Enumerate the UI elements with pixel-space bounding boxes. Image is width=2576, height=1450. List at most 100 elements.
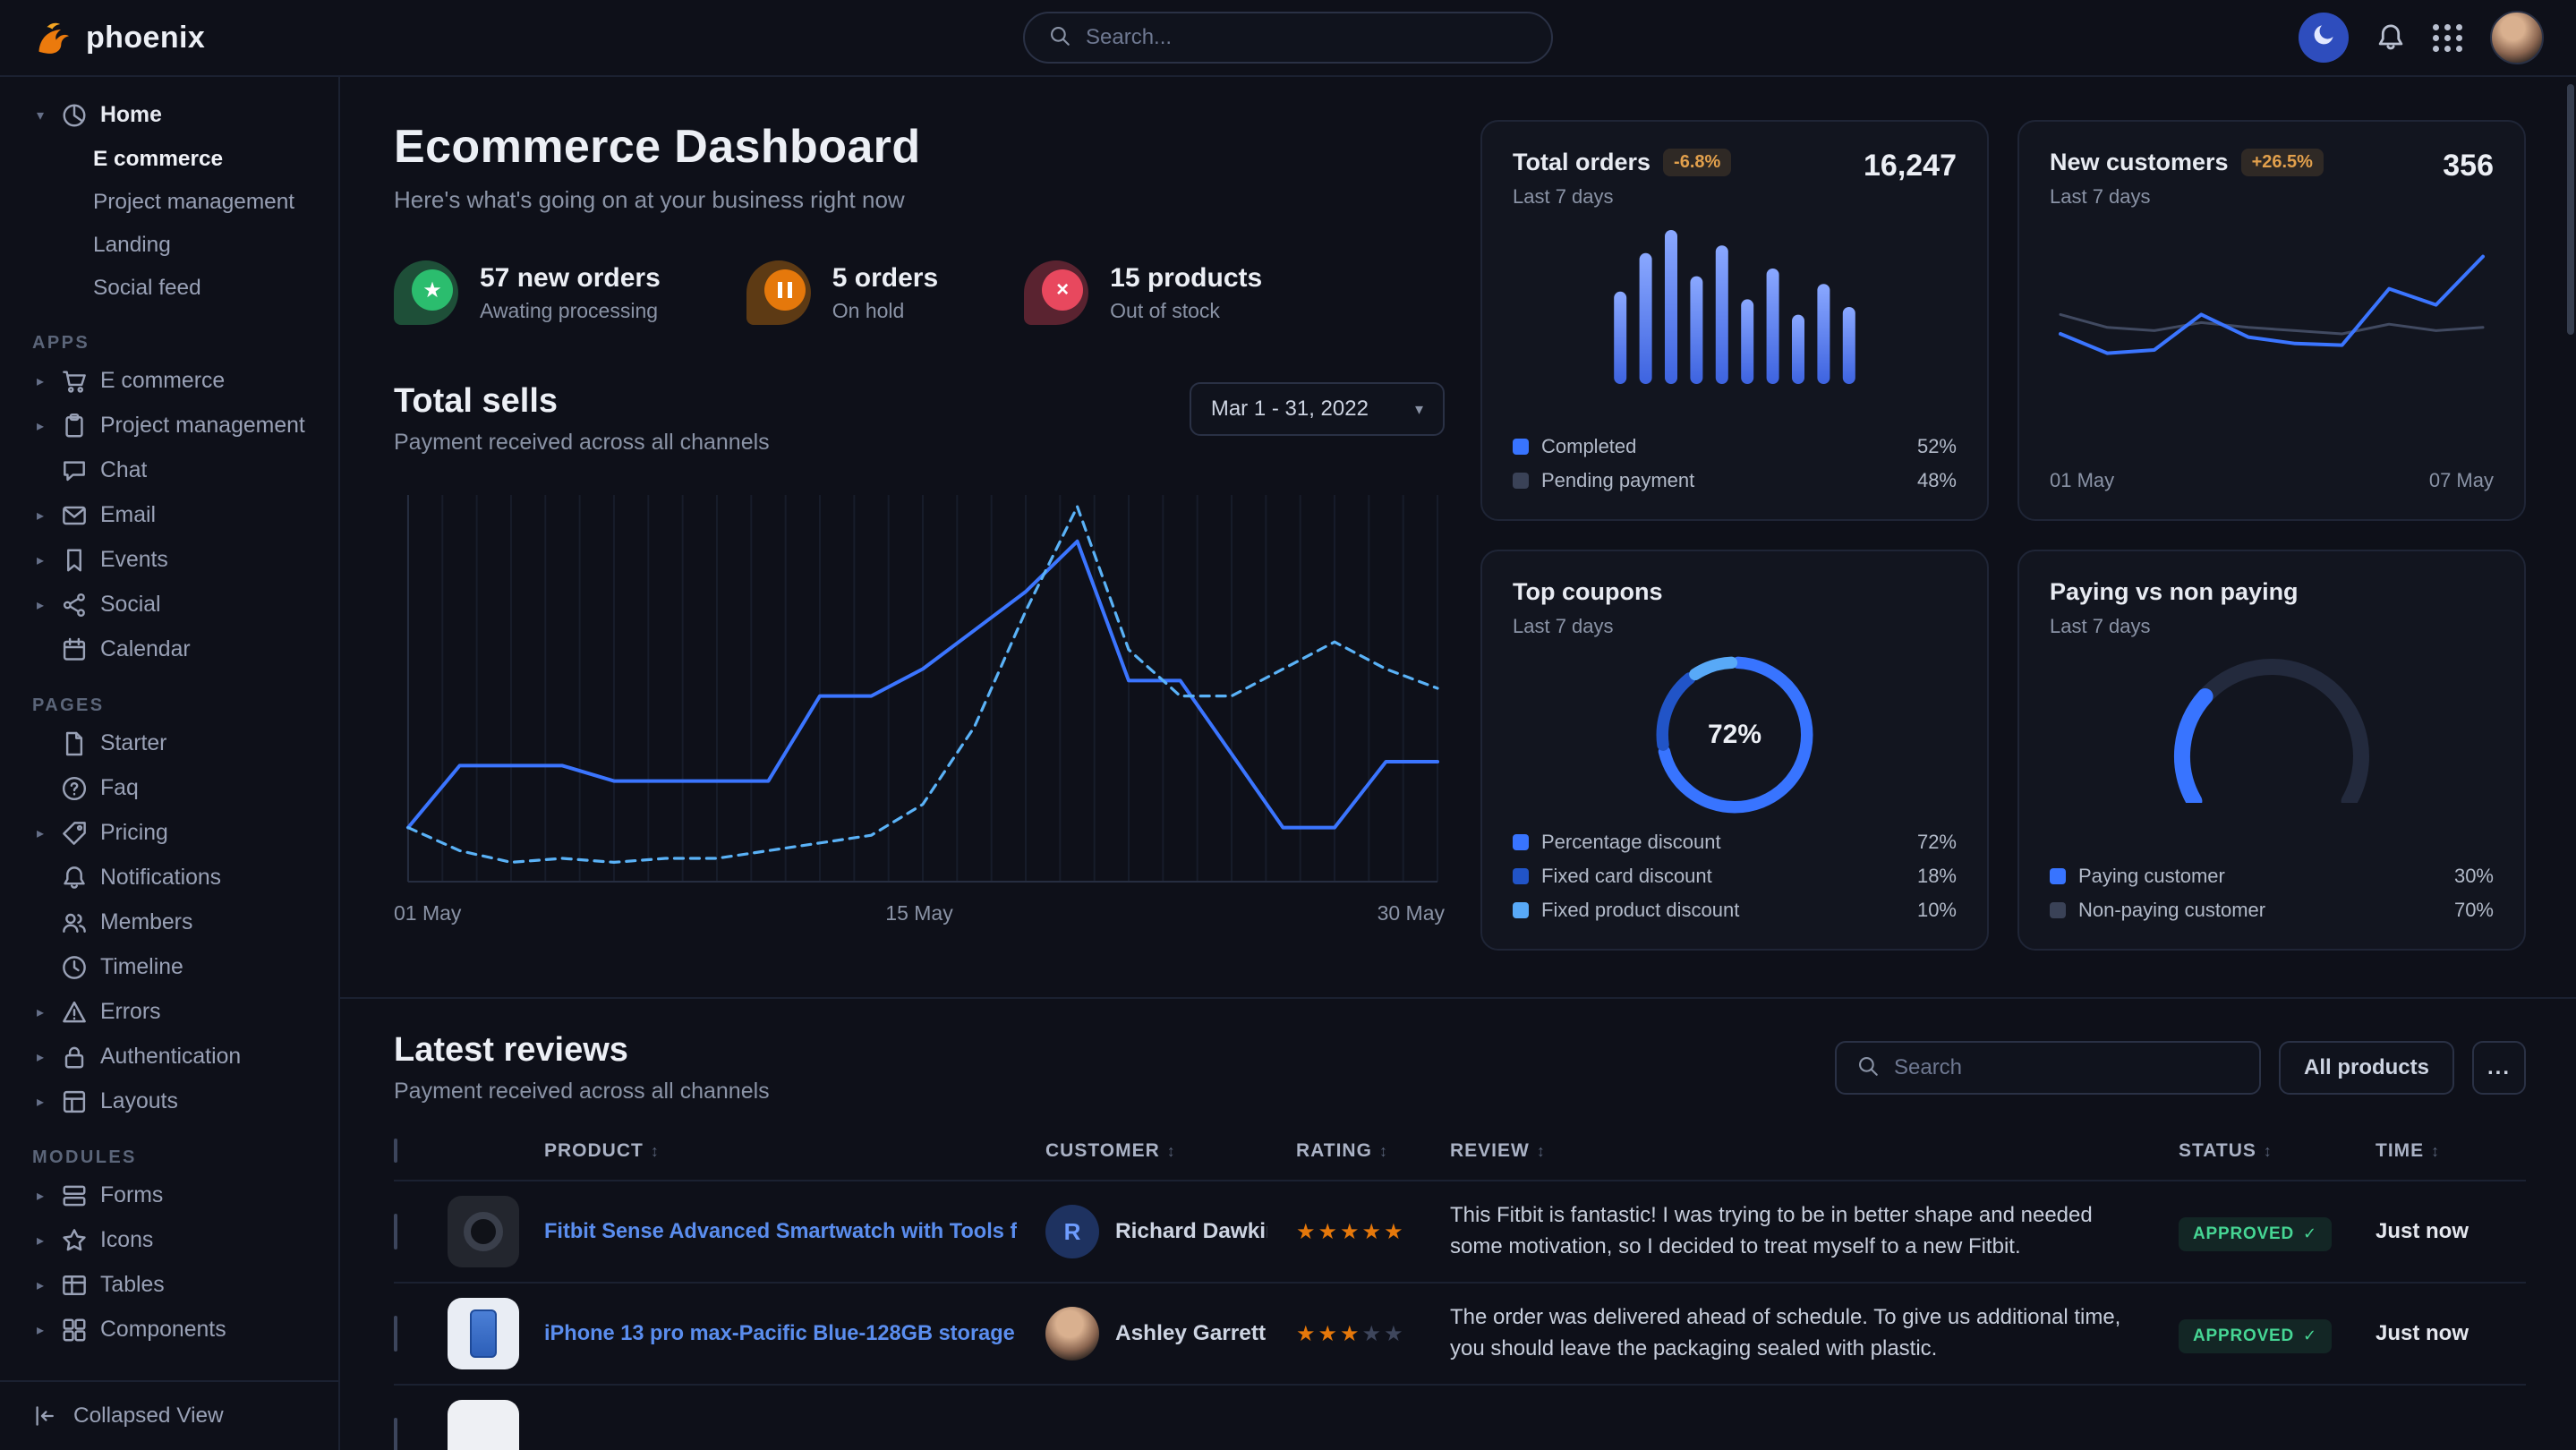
sidebar-item-faq[interactable]: Faq bbox=[0, 766, 338, 811]
search-input[interactable] bbox=[1086, 25, 1528, 50]
page-title: Ecommerce Dashboard bbox=[394, 120, 1445, 174]
sidebar-item-social-feed[interactable]: Social feed bbox=[0, 267, 338, 310]
collapsed-view-toggle[interactable]: Collapsed View bbox=[0, 1380, 338, 1450]
column-status[interactable]: STATUS↕ bbox=[2179, 1140, 2376, 1162]
sidebar-item-label: Home bbox=[100, 103, 162, 128]
sidebar-item-components[interactable]: ▸Components bbox=[0, 1308, 338, 1352]
icons-icon bbox=[61, 1227, 88, 1254]
status-cell: APPROVED✓ bbox=[2179, 1213, 2376, 1251]
chevron-right-icon: ▸ bbox=[32, 372, 48, 390]
sidebar-item-email[interactable]: ▸Email bbox=[0, 493, 338, 538]
sidebar-item-label: Components bbox=[100, 1318, 226, 1343]
chevron-right-icon: ▸ bbox=[32, 1232, 48, 1250]
top-navbar: phoenix bbox=[0, 0, 2576, 77]
chevron-right-icon: ▸ bbox=[32, 507, 48, 525]
global-search[interactable] bbox=[1023, 12, 1553, 64]
sidebar-item-pricing[interactable]: ▸Pricing bbox=[0, 811, 338, 856]
user-avatar[interactable] bbox=[2490, 11, 2544, 64]
all-products-button[interactable]: All products bbox=[2279, 1041, 2454, 1095]
sidebar-item-members[interactable]: Members bbox=[0, 900, 338, 945]
sidebar-item-notifications[interactable]: Notifications bbox=[0, 856, 338, 900]
sidebar-item-starter[interactable]: Starter bbox=[0, 721, 338, 766]
sidebar-item-landing[interactable]: Landing bbox=[0, 224, 338, 267]
star-filled-icon: ★ bbox=[1318, 1322, 1341, 1346]
sort-icon: ↕ bbox=[2264, 1142, 2273, 1160]
sidebar-item-tables[interactable]: ▸Tables bbox=[0, 1263, 338, 1308]
sidebar-item-calendar[interactable]: Calendar bbox=[0, 627, 338, 672]
legend-swatch bbox=[1513, 902, 1529, 918]
row-checkbox[interactable] bbox=[394, 1316, 397, 1352]
card-title: Total orders bbox=[1513, 149, 1651, 176]
column-rating[interactable]: RATING↕ bbox=[1296, 1140, 1450, 1162]
sidebar-item-label: Events bbox=[100, 548, 168, 573]
notifications-button[interactable] bbox=[2376, 22, 2406, 53]
moon-icon bbox=[2311, 21, 2336, 55]
column-customer[interactable]: CUSTOMER↕ bbox=[1045, 1140, 1296, 1162]
sidebar-item-label: Social feed bbox=[93, 276, 201, 301]
collapse-icon bbox=[32, 1403, 57, 1429]
sidebar-item-label: Forms bbox=[100, 1183, 163, 1208]
column-product[interactable]: PRODUCT↕ bbox=[544, 1140, 1045, 1162]
sidebar-item-home[interactable]: ▾Home bbox=[0, 93, 338, 138]
brand[interactable]: phoenix bbox=[32, 21, 205, 55]
sidebar-item-events[interactable]: ▸Events bbox=[0, 538, 338, 583]
column-review[interactable]: REVIEW↕ bbox=[1450, 1140, 2179, 1162]
legend-item: Percentage discount 72% bbox=[1513, 831, 1957, 854]
scrollbar[interactable] bbox=[2567, 84, 2574, 335]
sidebar-item-chat[interactable]: Chat bbox=[0, 448, 338, 493]
row-checkbox[interactable] bbox=[394, 1214, 397, 1250]
more-options-button[interactable]: ... bbox=[2472, 1041, 2526, 1095]
sidebar-item-e-commerce[interactable]: E commerce bbox=[0, 138, 338, 181]
reviews-search[interactable] bbox=[1835, 1041, 2261, 1095]
date-range-select[interactable]: Mar 1 - 31, 2022 ▾ bbox=[1190, 382, 1445, 436]
sidebar-item-e-commerce[interactable]: ▸E commerce bbox=[0, 359, 338, 404]
main-content: Ecommerce Dashboard Here's what's going … bbox=[340, 77, 2576, 1450]
sidebar-item-forms[interactable]: ▸Forms bbox=[0, 1173, 338, 1218]
users-icon bbox=[61, 909, 88, 936]
tag-icon bbox=[61, 820, 88, 847]
product-link[interactable]: iPhone 13 pro max-Pacific Blue-128GB sto… bbox=[544, 1322, 1017, 1346]
sidebar-item-authentication[interactable]: ▸Authentication bbox=[0, 1035, 338, 1079]
x-axis-labels: 01 May 15 May 30 May bbox=[394, 901, 1445, 925]
sort-icon: ↕ bbox=[2431, 1142, 2440, 1160]
sidebar-item-project-management[interactable]: Project management bbox=[0, 181, 338, 224]
sidebar-item-label: Starter bbox=[100, 731, 166, 756]
select-all-checkbox[interactable] bbox=[394, 1139, 397, 1163]
legend-swatch bbox=[1513, 868, 1529, 884]
stat-new-orders: ★ 57 new orders Awating processing bbox=[394, 260, 661, 325]
stat-out-of-stock: × 15 products Out of stock bbox=[1024, 260, 1262, 325]
sidebar-item-layouts[interactable]: ▸Layouts bbox=[0, 1079, 338, 1124]
sidebar-item-errors[interactable]: ▸Errors bbox=[0, 990, 338, 1035]
legend-swatch bbox=[1513, 473, 1529, 489]
row-checkbox[interactable] bbox=[394, 1418, 397, 1450]
column-time[interactable]: TIME↕ bbox=[2376, 1140, 2526, 1162]
sidebar-item-social[interactable]: ▸Social bbox=[0, 583, 338, 627]
sort-icon: ↕ bbox=[1537, 1142, 1546, 1160]
table-row bbox=[394, 1384, 2526, 1450]
reviews-search-input[interactable] bbox=[1894, 1055, 2239, 1080]
apps-grid-button[interactable] bbox=[2433, 24, 2463, 52]
sidebar-item-timeline[interactable]: Timeline bbox=[0, 945, 338, 990]
legend-label: Fixed card discount bbox=[1541, 865, 1712, 888]
legend-item: Fixed card discount 18% bbox=[1513, 865, 1957, 888]
reviews-subtitle: Payment received across all channels bbox=[394, 1079, 770, 1105]
customer-name: Ashley Garrett bbox=[1115, 1321, 1266, 1346]
nine-dots-icon bbox=[2433, 24, 2463, 52]
legend-value: 48% bbox=[1917, 469, 1957, 492]
sidebar-item-label: Members bbox=[100, 910, 192, 935]
theme-toggle-button[interactable] bbox=[2299, 13, 2349, 63]
legend-label: Fixed product discount bbox=[1541, 899, 1739, 922]
date-range-value: Mar 1 - 31, 2022 bbox=[1211, 397, 1369, 422]
on-hold-icon bbox=[746, 260, 811, 325]
sidebar-item-icons[interactable]: ▸Icons bbox=[0, 1218, 338, 1263]
sidebar-item-project-management[interactable]: ▸Project management bbox=[0, 404, 338, 448]
calendar-icon bbox=[61, 636, 88, 663]
phoenix-dashboard: phoenix ▾HomeE commerceProject mana bbox=[0, 0, 2576, 1450]
chevron-down-icon: ▾ bbox=[1415, 400, 1423, 419]
chevron-right-icon: ▸ bbox=[32, 824, 48, 842]
out-of-stock-icon: × bbox=[1024, 260, 1088, 325]
customer-cell: RRichard Dawkins bbox=[1045, 1205, 1296, 1258]
legend-swatch bbox=[2050, 868, 2066, 884]
product-link[interactable]: Fitbit Sense Advanced Smartwatch with To… bbox=[544, 1220, 1017, 1244]
sidebar-section-title: MODULES bbox=[32, 1147, 338, 1168]
